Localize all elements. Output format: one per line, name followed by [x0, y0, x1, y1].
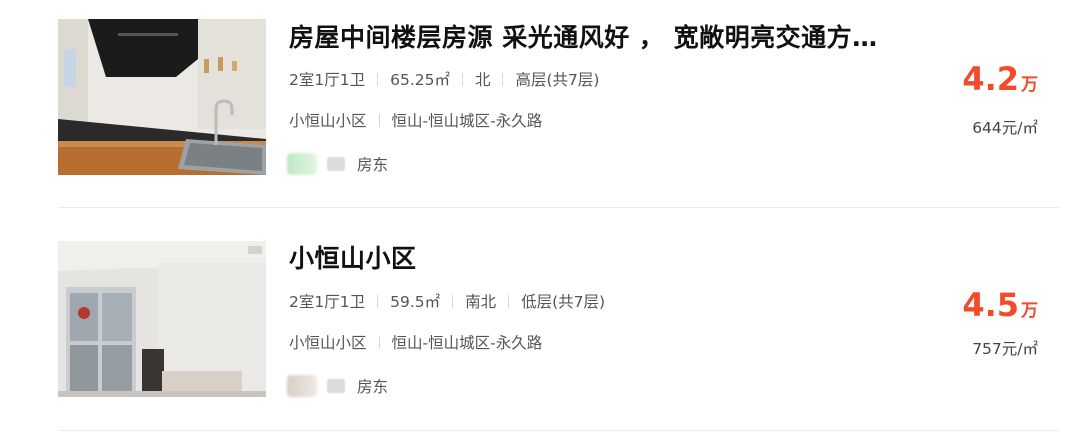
owner-avatar — [287, 375, 317, 397]
divider — [452, 294, 454, 308]
listing-photo-room[interactable] — [58, 241, 266, 397]
total-price: 4.2 万 — [962, 60, 1038, 98]
room-photo — [58, 241, 266, 397]
owner-badge-icon — [327, 379, 345, 393]
floor-level: 高层(共7层) — [515, 71, 600, 89]
floor-level: 低层(共7层) — [521, 293, 606, 311]
room-layout: 2室1厅1卫 — [289, 71, 366, 89]
owner-info: 房东 — [287, 375, 388, 397]
orientation: 北 — [474, 71, 491, 89]
owner-avatar — [287, 153, 317, 175]
divider — [378, 113, 380, 127]
owner-label: 房东 — [357, 378, 389, 396]
listing-photo-kitchen[interactable] — [58, 19, 266, 175]
unit-price: 644元/㎡ — [972, 119, 1038, 137]
owner-label: 房东 — [357, 156, 389, 174]
listing-card[interactable]: 房屋中间楼层房源 采光通风好 ， 宽敞明亮交通方… 2室1厅1卫 65.25㎡ … — [58, 0, 1060, 208]
district-path: 恒山-恒山城区-永久路 — [391, 334, 543, 352]
divider — [377, 72, 379, 86]
price-unit: 万 — [1021, 301, 1038, 321]
room-layout: 2室1厅1卫 — [289, 293, 366, 311]
floor-area: 65.25㎡ — [390, 71, 450, 89]
total-price: 4.5 万 — [962, 286, 1038, 324]
listing-card[interactable]: 小恒山小区 2室1厅1卫 59.5㎡ 南北 低层(共7层) 小恒山小区 恒山-恒… — [58, 208, 1060, 431]
listing-attributes: 2室1厅1卫 65.25㎡ 北 高层(共7层) — [289, 68, 599, 90]
owner-info: 房东 — [287, 153, 388, 175]
price-unit: 万 — [1021, 75, 1038, 95]
owner-badge-icon — [327, 157, 345, 171]
listing-attributes: 2室1厅1卫 59.5㎡ 南北 低层(共7层) — [289, 290, 605, 312]
listing-location: 小恒山小区 恒山-恒山城区-永久路 — [289, 109, 542, 131]
orientation: 南北 — [465, 293, 497, 311]
district-path: 恒山-恒山城区-永久路 — [391, 112, 543, 130]
listing-location: 小恒山小区 恒山-恒山城区-永久路 — [289, 331, 542, 353]
divider — [502, 72, 504, 86]
floor-area: 59.5㎡ — [390, 293, 441, 311]
divider — [508, 294, 510, 308]
price-value: 4.5 — [962, 286, 1019, 324]
listing-title[interactable]: 小恒山小区 — [289, 239, 417, 275]
community-name[interactable]: 小恒山小区 — [289, 109, 367, 131]
divider — [378, 335, 380, 349]
kitchen-photo — [58, 19, 266, 175]
price-value: 4.2 — [962, 60, 1019, 98]
community-name[interactable]: 小恒山小区 — [289, 331, 367, 353]
divider — [377, 294, 379, 308]
listing-title[interactable]: 房屋中间楼层房源 采光通风好 ， 宽敞明亮交通方… — [289, 18, 878, 54]
unit-price: 757元/㎡ — [972, 340, 1038, 358]
divider — [461, 72, 463, 86]
